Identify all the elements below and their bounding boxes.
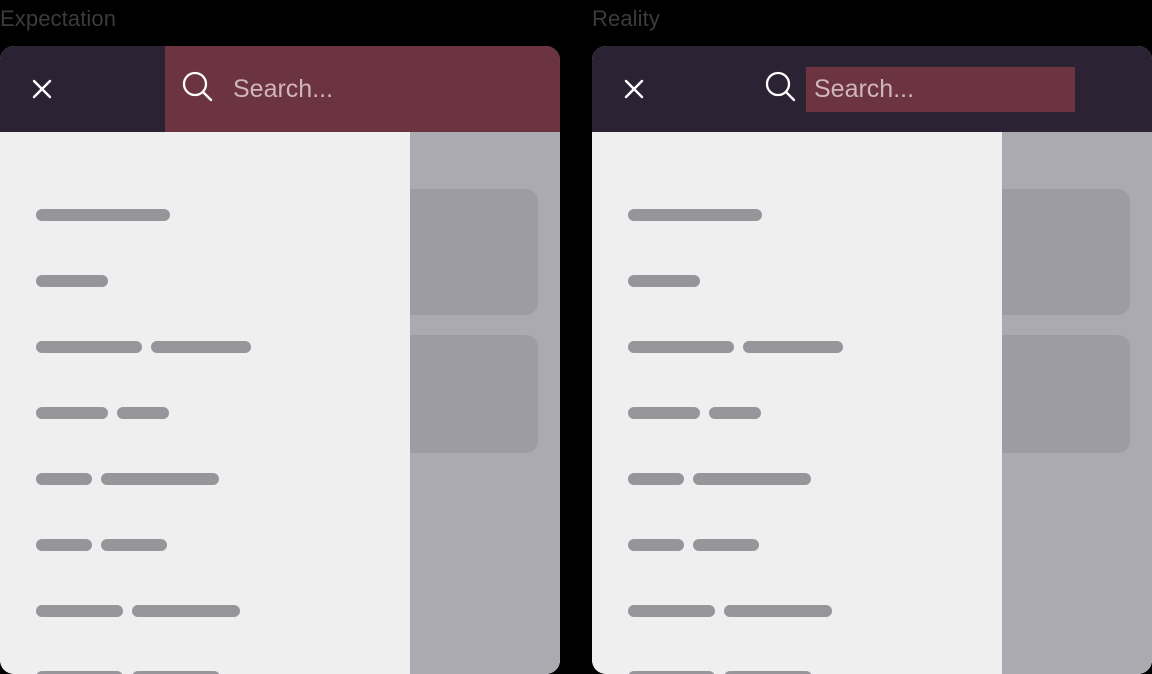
skeleton-bar [628, 275, 700, 287]
app-card-reality: Search... [592, 46, 1152, 674]
media-thumbnail[interactable] [410, 335, 538, 453]
skeleton-bar [628, 473, 684, 485]
list-item[interactable] [628, 209, 762, 221]
skeleton-bar [117, 407, 169, 419]
content-text-column [592, 132, 1002, 674]
list-item[interactable] [628, 341, 843, 353]
comparison-stage: Expectation Search... Reality Search... [0, 0, 1152, 674]
list-item[interactable] [628, 605, 832, 617]
list-item[interactable] [36, 275, 108, 287]
skeleton-bar [709, 407, 761, 419]
skeleton-bar [743, 341, 843, 353]
panel-label-reality: Reality [592, 6, 660, 31]
skeleton-bar [693, 473, 811, 485]
list-item[interactable] [628, 539, 759, 551]
skeleton-bar [36, 275, 108, 287]
skeleton-bar [36, 473, 92, 485]
search-bar-expectation[interactable]: Search... [165, 46, 560, 132]
content-media-column [1002, 132, 1152, 674]
list-item[interactable] [36, 539, 167, 551]
list-item[interactable] [36, 341, 251, 353]
media-thumbnail[interactable] [410, 189, 538, 315]
search-placeholder: Search... [233, 74, 334, 103]
list-item[interactable] [628, 407, 761, 419]
list-item[interactable] [36, 407, 169, 419]
media-thumbnail[interactable] [1002, 189, 1130, 315]
content-text-column [0, 132, 410, 674]
list-item[interactable] [36, 605, 240, 617]
skeleton-bar [628, 341, 734, 353]
search-placeholder: Search... [814, 74, 915, 103]
skeleton-bar [628, 407, 700, 419]
skeleton-bar [132, 605, 240, 617]
list-item[interactable] [628, 275, 700, 287]
close-icon[interactable] [22, 46, 62, 132]
skeleton-bar [36, 605, 123, 617]
panel-label-expectation: Expectation [0, 6, 117, 31]
app-card-expectation: Search... [0, 46, 560, 674]
skeleton-bar [628, 539, 684, 551]
skeleton-bar [101, 539, 167, 551]
search-input[interactable]: Search... [806, 66, 1075, 112]
app-body-expectation [0, 132, 560, 674]
search-bar-reality[interactable]: Search... [762, 46, 1152, 132]
list-item[interactable] [36, 473, 219, 485]
skeleton-bar [151, 341, 251, 353]
list-item[interactable] [36, 209, 170, 221]
list-item[interactable] [628, 473, 811, 485]
skeleton-bar [36, 209, 170, 221]
app-body-reality [592, 132, 1152, 674]
skeleton-bar [628, 209, 762, 221]
skeleton-bar [101, 473, 219, 485]
skeleton-bar [628, 605, 715, 617]
skeleton-bar [724, 605, 832, 617]
skeleton-bar [36, 407, 108, 419]
search-icon [762, 68, 800, 111]
close-icon[interactable] [614, 46, 654, 132]
skeleton-bar [36, 539, 92, 551]
skeleton-bar [693, 539, 759, 551]
media-thumbnail[interactable] [1002, 335, 1130, 453]
skeleton-bar [36, 341, 142, 353]
content-media-column [410, 132, 560, 674]
search-icon [179, 68, 217, 111]
